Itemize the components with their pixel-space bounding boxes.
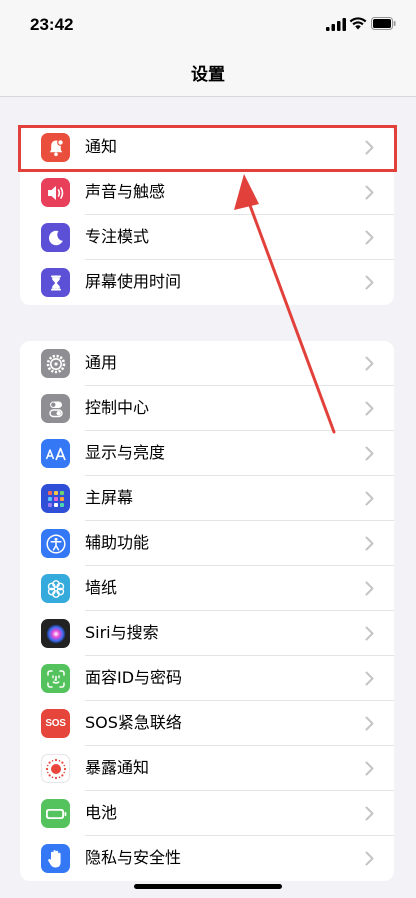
- settings-row-home-screen[interactable]: 主屏幕: [20, 476, 394, 521]
- settings-row-wallpaper[interactable]: 墙纸: [20, 566, 394, 611]
- battery-icon: [41, 799, 70, 828]
- chevron-right-icon: [365, 140, 374, 155]
- chevron-right-icon: [365, 851, 374, 866]
- settings-row-accessibility[interactable]: 辅助功能: [20, 521, 394, 566]
- hand-icon: [41, 844, 70, 873]
- settings-row-notifications[interactable]: 通知: [20, 125, 394, 170]
- gear-icon: [41, 349, 70, 378]
- status-bar: 23:42: [0, 0, 416, 50]
- speaker-icon: [41, 178, 70, 207]
- accessibility-icon: [41, 529, 70, 558]
- face-id-icon: [41, 664, 70, 693]
- battery-status-icon: [371, 17, 396, 30]
- chevron-right-icon: [365, 446, 374, 461]
- settings-row-label: SOS紧急联络: [85, 713, 182, 732]
- settings-row-label: 墙纸: [85, 578, 118, 597]
- settings-row-label: 面容ID与密码: [85, 668, 183, 687]
- sos-badge-text: SOS: [45, 718, 66, 729]
- settings-row-label: 隐私与安全性: [85, 848, 182, 867]
- settings-row-label: 主屏幕: [85, 488, 134, 507]
- chevron-right-icon: [365, 671, 374, 686]
- chevron-right-icon: [365, 806, 374, 821]
- home-grid-icon: [41, 484, 70, 513]
- settings-row-siri-search[interactable]: Siri与搜索: [20, 611, 394, 656]
- annotation-arrow: [234, 174, 336, 434]
- chevron-right-icon: [365, 230, 374, 245]
- chevron-right-icon: [365, 626, 374, 641]
- settings-row-label: 通知: [85, 137, 118, 156]
- settings-row-label: 电池: [85, 803, 118, 822]
- toggles-icon: [41, 394, 70, 423]
- siri-icon: [41, 619, 70, 648]
- chevron-right-icon: [365, 401, 374, 416]
- settings-row-exposure-notifications[interactable]: 暴露通知: [20, 746, 394, 791]
- settings-row-emergency-sos[interactable]: SOS SOS紧急联络: [20, 701, 394, 746]
- text-size-icon: [41, 439, 70, 468]
- status-time: 23:42: [30, 15, 74, 34]
- settings-row-label: 显示与亮度: [85, 443, 166, 462]
- settings-row-privacy-security[interactable]: 隐私与安全性: [20, 836, 394, 881]
- chevron-right-icon: [365, 356, 374, 371]
- settings-row-face-id-passcode[interactable]: 面容ID与密码: [20, 656, 394, 701]
- page-title: 设置: [191, 65, 225, 85]
- settings-row-label: 专注模式: [85, 227, 150, 246]
- settings-row-label: 屏幕使用时间: [85, 272, 182, 291]
- settings-row-battery[interactable]: 电池: [20, 791, 394, 836]
- chevron-right-icon: [365, 536, 374, 551]
- chevron-right-icon: [365, 491, 374, 506]
- flower-icon: [41, 574, 70, 603]
- settings-row-label: 声音与触感: [85, 182, 166, 201]
- settings-row-label: 控制中心: [85, 398, 150, 417]
- chevron-right-icon: [365, 581, 374, 596]
- home-indicator[interactable]: [134, 884, 282, 889]
- settings-row-label: 通用: [85, 353, 118, 372]
- header: 23:42 设置: [0, 0, 416, 97]
- settings-row-label: Siri与搜索: [85, 623, 159, 642]
- exposure-icon: [41, 754, 70, 783]
- settings-row-label: 暴露通知: [85, 758, 150, 777]
- chevron-right-icon: [365, 185, 374, 200]
- chevron-right-icon: [365, 716, 374, 731]
- bell-icon: [41, 133, 70, 162]
- moon-icon: [41, 223, 70, 252]
- cellular-signal-icon: [326, 18, 346, 31]
- chevron-right-icon: [365, 761, 374, 776]
- hourglass-icon: [41, 268, 70, 297]
- chevron-right-icon: [365, 275, 374, 290]
- settings-row-label: 辅助功能: [85, 533, 150, 552]
- sos-icon: SOS: [41, 709, 70, 738]
- wifi-icon: [349, 17, 367, 30]
